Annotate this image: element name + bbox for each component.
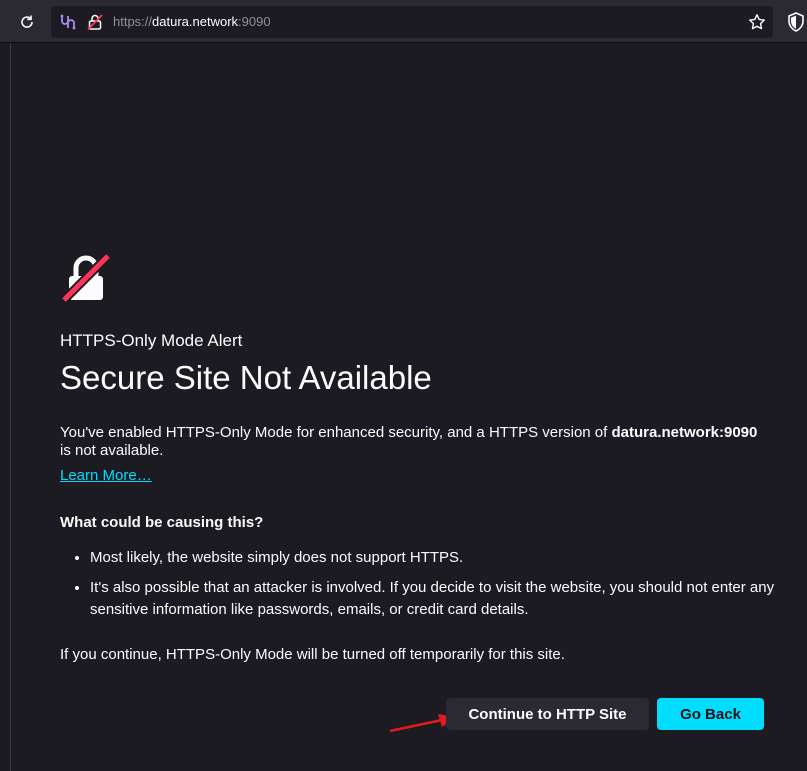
- reload-button[interactable]: [14, 9, 40, 35]
- sidebar-edge: [0, 43, 11, 771]
- cause-list: Most likely, the website simply does not…: [60, 547, 795, 621]
- extension-icon[interactable]: [59, 13, 77, 31]
- broken-lock-icon: [60, 252, 112, 304]
- learn-more-link[interactable]: Learn More…: [60, 467, 152, 484]
- site-host: datura.network:9090: [611, 424, 758, 441]
- continue-to-http-button[interactable]: Continue to HTTP Site: [446, 698, 649, 730]
- cause-heading: What could be causing this?: [60, 514, 264, 531]
- insecure-lock-icon[interactable]: [86, 13, 104, 31]
- error-content: HTTPS-Only Mode Alert Secure Site Not Av…: [60, 252, 780, 663]
- description: You've enabled HTTPS-Only Mode for enhan…: [60, 424, 758, 459]
- go-back-button[interactable]: Go Back: [657, 698, 764, 730]
- browser-toolbar: https://datura.network:9090: [0, 0, 807, 43]
- bookmark-star-icon[interactable]: [748, 13, 766, 31]
- page-title: Secure Site Not Available: [60, 359, 432, 396]
- address-bar[interactable]: https://datura.network:9090: [51, 6, 773, 38]
- reload-icon: [21, 15, 33, 28]
- url-text[interactable]: https://datura.network:9090: [113, 14, 271, 30]
- list-item: It's also possible that an attacker is i…: [90, 577, 795, 621]
- list-item: Most likely, the website simply does not…: [90, 547, 795, 569]
- alert-subtitle: HTTPS-Only Mode Alert: [60, 331, 243, 350]
- footer-note: If you continue, HTTPS-Only Mode will be…: [60, 646, 565, 663]
- shield-icon[interactable]: [787, 12, 805, 32]
